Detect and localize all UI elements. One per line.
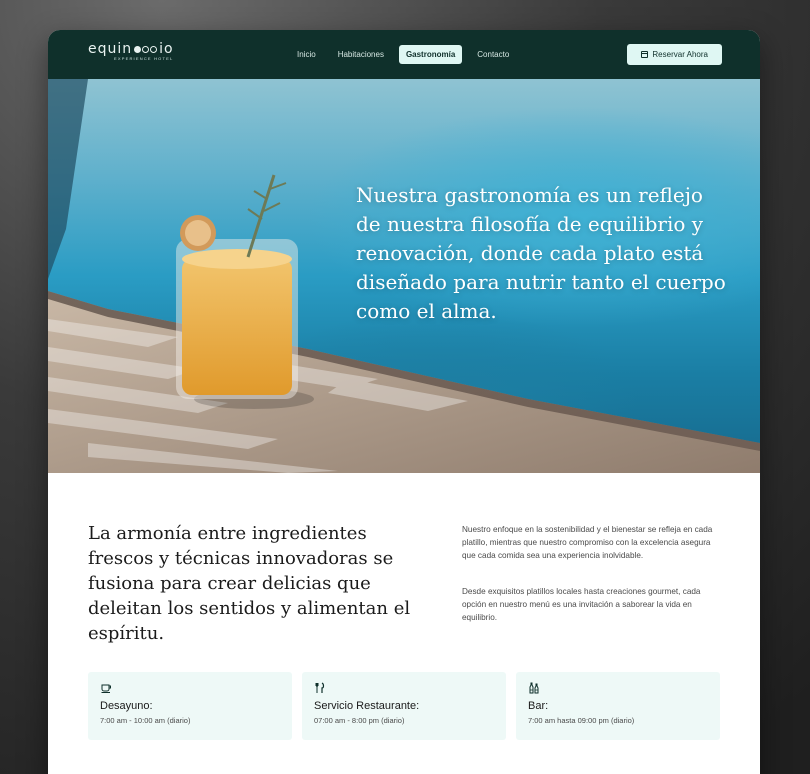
intro-paragraph-2: Desde exquisitos platillos locales hasta… [462, 587, 701, 622]
reserve-button-label: Reservar Ahora [652, 50, 708, 59]
nav-item-habitaciones[interactable]: Habitaciones [331, 45, 391, 64]
hero-banner: Nuestra gastronomía es un reflejo de nue… [48, 79, 760, 473]
reserve-button[interactable]: Reservar Ahora [627, 44, 722, 65]
utensils-icon [315, 682, 325, 693]
coffee-cup-icon [101, 684, 111, 693]
bottles-icon [529, 682, 539, 694]
card-hours: 7:00 am hasta 09:00 pm (diario) [528, 716, 635, 725]
hero-statement: Nuestra gastronomía es un reflejo de nue… [356, 183, 726, 323]
logo-text-right: io [159, 41, 174, 57]
nav-item-contacto[interactable]: Contacto [470, 45, 516, 64]
nav-item-inicio[interactable]: Inicio [290, 45, 323, 64]
main-menu: Inicio Habitaciones Gastronomía Contacto [290, 45, 516, 64]
card-title: Servicio Restaurante: [314, 700, 420, 712]
calendar-icon [641, 51, 649, 58]
card-restaurante: Servicio Restaurante: 07:00 am - 8:00 pm… [302, 672, 506, 740]
intro-paragraph-1: Nuestro enfoque en la sostenibilidad y e… [462, 525, 713, 560]
nav-item-gastronomia[interactable]: Gastronomía [398, 45, 463, 64]
logo-text-left: equin [88, 41, 133, 57]
intro-heading: La armonía entre ingredientes frescos y … [88, 523, 411, 644]
logo-circles-icon [134, 45, 158, 53]
hours-cards: Desayuno: 7:00 am - 10:00 am (diario) Se… [88, 672, 720, 740]
card-hours: 7:00 am - 10:00 am (diario) [100, 716, 191, 725]
brand-logo[interactable]: equin io EXPERIENCE HOTEL [88, 42, 174, 61]
intro-section: La armonía entre ingredientes frescos y … [48, 473, 760, 673]
card-title: Bar: [528, 700, 549, 712]
top-navbar: equin io EXPERIENCE HOTEL Inicio Habitac… [48, 30, 760, 79]
logo-subtitle: EXPERIENCE HOTEL [114, 56, 174, 61]
card-bar: Bar: 7:00 am hasta 09:00 pm (diario) [516, 672, 720, 740]
card-hours: 07:00 am - 8:00 pm (diario) [314, 716, 405, 725]
logo-wordmark: equin io [88, 42, 174, 56]
browser-window: equin io EXPERIENCE HOTEL Inicio Habitac… [48, 30, 760, 774]
card-desayuno: Desayuno: 7:00 am - 10:00 am (diario) [88, 672, 292, 740]
card-title: Desayuno: [100, 700, 153, 712]
